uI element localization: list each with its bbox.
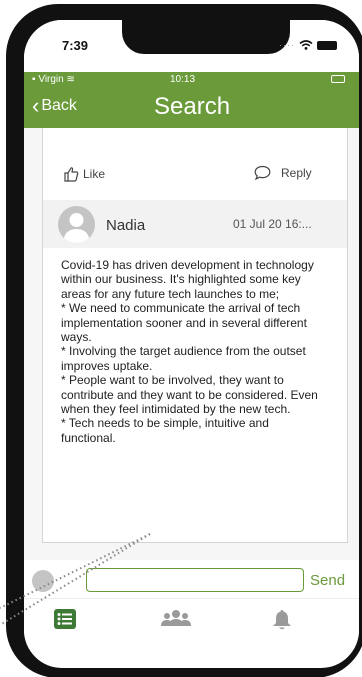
wifi-icon	[299, 40, 313, 50]
reply-label: Reply	[281, 165, 312, 180]
page-title: Search	[154, 93, 231, 120]
reply-body: Covid-19 has driven development in techn…	[61, 258, 318, 445]
tab-notifications[interactable]	[272, 609, 292, 636]
post-actions: Like Reply	[43, 154, 347, 190]
carrier-group: ▪︎ Virgin ≋	[32, 74, 75, 85]
content-area[interactable]: Like Reply Nadia 01 Jul 20 16:... Covid-…	[24, 128, 359, 560]
app-status-bar: ▪︎ Virgin ≋ 10:13	[24, 72, 359, 88]
signal-bars-icon: ▪︎	[32, 74, 36, 85]
device-status-icons: ····	[279, 40, 337, 50]
reply-header: Nadia 01 Jul 20 16:...	[43, 200, 347, 248]
speech-bubble-icon	[254, 165, 271, 180]
tab-list[interactable]	[54, 609, 76, 634]
avatar	[58, 206, 95, 243]
device-clock: 7:39	[62, 38, 89, 53]
user-silhouette-icon	[63, 213, 90, 243]
reply-date: 01 Jul 20 16:...	[233, 217, 312, 231]
chevron-left-icon: ‹	[32, 93, 40, 118]
phone-notch	[122, 20, 290, 54]
app-status-time: 10:13	[170, 74, 196, 85]
like-label: Like	[83, 167, 106, 181]
bell-icon	[273, 610, 291, 630]
phone-screen: 7:39 ···· ▪︎ Virgin ≋ 10:13 ‹ Back Searc…	[24, 20, 359, 668]
like-button[interactable]: Like	[63, 166, 105, 182]
tab-bar	[24, 598, 359, 649]
group-icon	[161, 610, 191, 626]
battery-icon	[317, 40, 337, 50]
composer-avatar	[32, 570, 54, 592]
post-card: Like Reply Nadia 01 Jul 20 16:... Covid-…	[42, 128, 348, 543]
send-button[interactable]: Send	[310, 572, 345, 589]
tab-groups[interactable]	[161, 609, 191, 634]
device-status-bar: 7:39 ····	[24, 20, 359, 72]
app-battery-icon	[331, 75, 345, 83]
wifi-small-icon: ≋	[66, 74, 75, 85]
back-button[interactable]: ‹ Back	[32, 93, 77, 118]
carrier-name: Virgin	[38, 74, 64, 85]
reply-author: Nadia	[106, 217, 146, 234]
comment-input[interactable]	[86, 568, 304, 592]
thumbs-up-icon	[64, 167, 79, 182]
comment-composer: Send	[24, 560, 359, 598]
list-icon	[54, 609, 76, 629]
screenshot-stage: 7:39 ···· ▪︎ Virgin ≋ 10:13 ‹ Back Searc…	[0, 0, 362, 677]
reply-button[interactable]: Reply	[254, 165, 312, 180]
nav-bar: ‹ Back Search	[24, 88, 359, 128]
back-label: Back	[41, 97, 77, 114]
signal-dots-icon: ····	[279, 40, 295, 50]
